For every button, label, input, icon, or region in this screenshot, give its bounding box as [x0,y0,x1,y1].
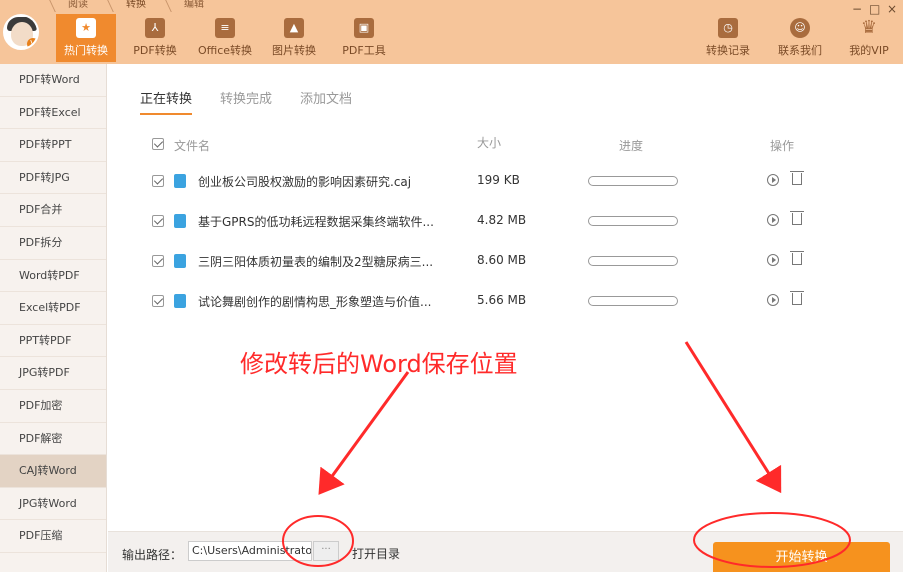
sidebar-item-jpg-to-pdf[interactable]: JPG转PDF [0,357,106,390]
sidebar-item-jpg-to-word[interactable]: JPG转Word [0,488,106,521]
caj-file-icon [174,214,186,228]
file-name: 三阴三阳体质初量表的编制及2型糖尿病三... [198,255,434,269]
sidebar-item-ppt-to-pdf[interactable]: PPT转PDF [0,325,106,358]
sidebar-item-excel-to-pdf[interactable]: Excel转PDF [0,292,106,325]
subtabs: 正在转换 转换完成 添加文档 [140,88,380,115]
caj-file-icon [174,174,186,188]
file-name: 试论舞剧创作的剧情构思_形象塑造与价值... [198,295,432,309]
tab-add-document[interactable]: 添加文档 [300,88,352,115]
table-row: 试论舞剧创作的剧情构思_形象塑造与价值... 5.66 MB [152,290,852,314]
row-checkbox[interactable] [152,295,164,307]
close-button[interactable]: × [887,2,897,16]
main-panel: 正在转换 转换完成 添加文档 文件名 大小 进度 操作 创业板公司股权激励的影响… [108,64,903,572]
trash-icon[interactable] [790,211,804,225]
row-checkbox[interactable] [152,175,164,187]
caj-file-icon [174,254,186,268]
play-icon[interactable] [767,294,779,306]
minimize-button[interactable]: − [852,2,862,16]
header-progress: 进度 [619,139,644,153]
file-name: 创业板公司股权激励的影响因素研究.caj [198,175,412,189]
sidebar-item-pdf-encrypt[interactable]: PDF加密 [0,390,106,423]
sidebar-item-pdf-to-excel[interactable]: PDF转Excel [0,97,106,130]
file-size: 4.82 MB [477,213,527,227]
trash-icon[interactable] [790,251,804,265]
progress-bar [588,176,678,186]
nav-vip[interactable]: ♛ 我的VIP [839,18,899,62]
toolbox-icon: ▣ [354,18,374,38]
play-icon[interactable] [767,214,779,226]
vip-crown-icon: ♛ [860,17,878,38]
play-icon[interactable] [767,254,779,266]
table-row: 基于GPRS的低功耗远程数据采集终端软件... 4.82 MB [152,210,852,234]
sidebar-item-pdf-to-ppt[interactable]: PDF转PPT [0,129,106,162]
caj-file-icon [174,294,186,308]
title-bar: 阅读 转换 编辑 V ★ 热门转换 ⅄ PDF转换 ≡ Office转换 ▲ 图… [0,0,903,64]
header-action: 操作 [770,139,795,153]
pdf-convert-icon: ⅄ [145,18,165,38]
table-row: 创业板公司股权激励的影响因素研究.caj 199 KB [152,170,852,194]
sidebar-item-pdf-split[interactable]: PDF拆分 [0,227,106,260]
start-convert-button[interactable]: 开始转换 [713,542,890,572]
footer-bar: 输出路径： C:\Users\Administrator ··· 打开目录 开始… [108,531,903,572]
table-header: 文件名 大小 进度 操作 [152,136,852,156]
sidebar: PDF转Word PDF转Excel PDF转PPT PDF转JPG PDF合并… [0,64,107,572]
tab-completed[interactable]: 转换完成 [220,88,272,115]
sidebar-item-pdf-to-word[interactable]: PDF转Word [0,64,106,97]
sidebar-item-pdf-merge[interactable]: PDF合并 [0,194,106,227]
file-size: 199 KB [477,173,520,187]
select-all-checkbox[interactable] [152,138,164,150]
sidebar-item-caj-to-word[interactable]: CAJ转Word [0,455,106,488]
output-path-label: 输出路径： [122,548,183,562]
avatar[interactable]: V [3,14,39,50]
trash-icon[interactable] [790,171,804,185]
sidebar-item-pdf-compress[interactable]: PDF压缩 [0,520,106,553]
sidebar-item-pdf-to-jpg[interactable]: PDF转JPG [0,162,106,195]
nav-pdf-tools[interactable]: ▣ PDF工具 [334,18,394,62]
top-tabs: 阅读 转换 编辑 [50,0,224,12]
nav-pdf-convert[interactable]: ⅄ PDF转换 [125,18,185,62]
nav-history[interactable]: ◷ 转换记录 [698,18,758,62]
tab-read[interactable]: 阅读 [50,0,106,12]
tab-converting[interactable]: 正在转换 [140,88,193,115]
maximize-button[interactable]: □ [869,2,880,16]
row-checkbox[interactable] [152,215,164,227]
office-convert-icon: ≡ [215,18,235,38]
image-convert-icon: ▲ [284,18,304,38]
tab-edit[interactable]: 编辑 [166,0,222,12]
progress-bar [588,256,678,266]
annotation-text: 修改转后的Word保存位置 [240,350,518,378]
trash-icon[interactable] [790,291,804,305]
sidebar-item-pdf-decrypt[interactable]: PDF解密 [0,423,106,456]
vip-badge-icon: V [27,38,37,48]
nav-hot-convert[interactable]: ★ 热门转换 [56,14,116,62]
nav-image-convert[interactable]: ▲ 图片转换 [264,18,324,62]
contact-icon: ☺ [790,18,810,38]
header-filename: 文件名 [174,139,211,153]
browse-button[interactable]: ··· [313,541,339,561]
star-icon: ★ [76,18,96,38]
nav-office-convert[interactable]: ≡ Office转换 [195,18,255,62]
open-directory-link[interactable]: 打开目录 [352,545,400,562]
play-icon[interactable] [767,174,779,186]
history-icon: ◷ [718,18,738,38]
output-path-input[interactable]: C:\Users\Administrator [188,541,312,561]
sidebar-item-word-to-pdf[interactable]: Word转PDF [0,260,106,293]
tab-convert[interactable]: 转换 [108,0,164,12]
row-checkbox[interactable] [152,255,164,267]
file-size: 5.66 MB [477,293,527,307]
progress-bar [588,216,678,226]
file-size: 8.60 MB [477,253,527,267]
header-size: 大小 [477,136,502,150]
file-name: 基于GPRS的低功耗远程数据采集终端软件... [198,215,434,229]
nav-contact[interactable]: ☺ 联系我们 [770,18,830,62]
table-row: 三阴三阳体质初量表的编制及2型糖尿病三... 8.60 MB [152,250,852,274]
progress-bar [588,296,678,306]
